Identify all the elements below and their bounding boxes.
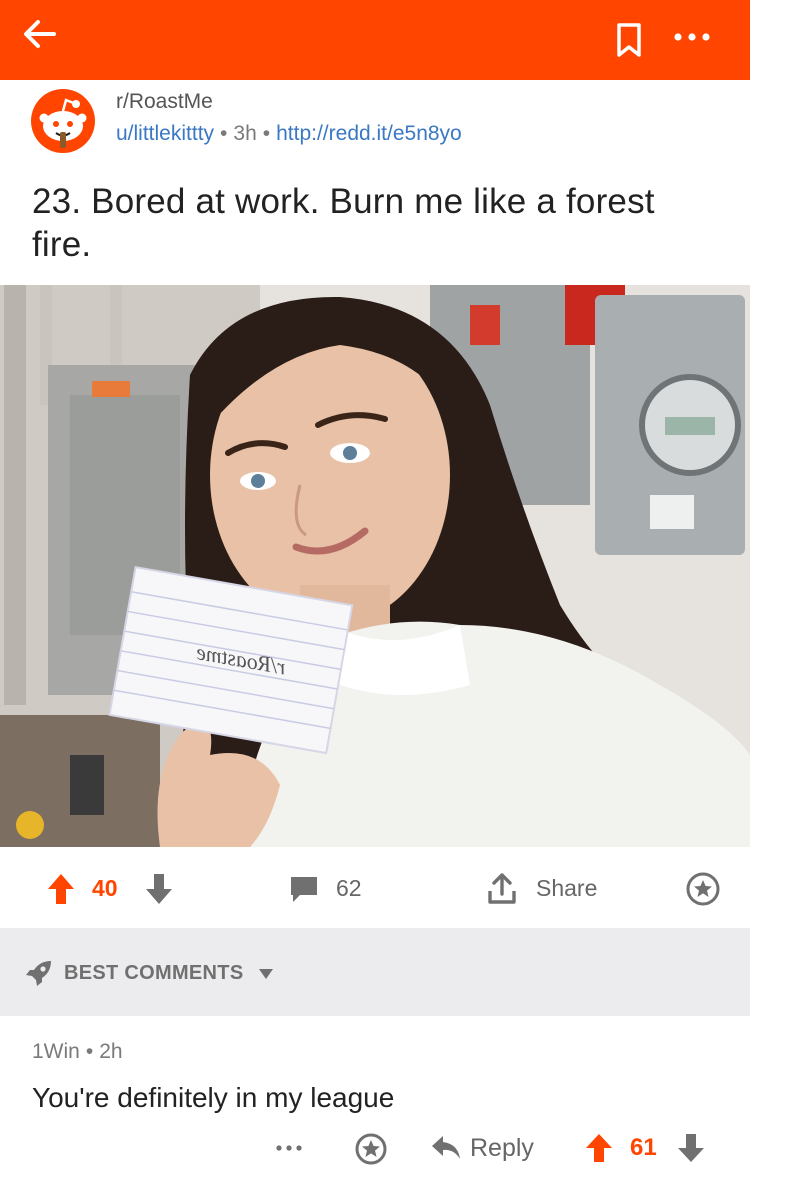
reply-icon[interactable] <box>430 1134 462 1162</box>
comment-action-bar: Reply 61 <box>0 1126 750 1176</box>
downvote-icon[interactable] <box>676 1132 706 1164</box>
comment-score: 61 <box>630 1134 657 1161</box>
separator-dot: • <box>85 1040 94 1063</box>
post-link[interactable]: http://redd.it/e5n8yo <box>276 122 462 145</box>
rocket-icon <box>26 961 51 986</box>
subreddit-name[interactable]: r/RoastMe <box>116 90 213 114</box>
comment-age: 2h <box>99 1040 123 1063</box>
comments-count[interactable]: 62 <box>336 875 362 902</box>
award-icon[interactable] <box>686 871 720 907</box>
share-icon[interactable] <box>486 871 518 907</box>
post-title[interactable]: 23. Bored at work. Burn me like a forest… <box>32 180 712 266</box>
comment-sort-bar[interactable]: BEST COMMENTS <box>0 928 750 1016</box>
post-meta: u/littlekittty • 3h • http://redd.it/e5n8yo <box>116 122 462 146</box>
bookmark-icon[interactable] <box>614 22 644 58</box>
subreddit-avatar[interactable] <box>30 88 96 154</box>
post-action-bar: 40 62 Share <box>0 855 750 925</box>
award-icon[interactable] <box>354 1132 388 1166</box>
comments-icon[interactable] <box>288 871 320 907</box>
more-icon[interactable] <box>670 22 714 52</box>
separator-dot: • <box>220 122 228 145</box>
post-screen: r/RoastMe u/littlekittty • 3h • http://redd.… <box>0 0 750 1187</box>
top-bar <box>0 0 750 80</box>
separator-dot: • <box>262 122 271 145</box>
comment-author[interactable]: 1Win <box>32 1040 80 1063</box>
more-icon[interactable] <box>274 1138 304 1158</box>
reply-button[interactable]: Reply <box>470 1134 534 1163</box>
share-label[interactable]: Share <box>536 875 597 902</box>
comment-meta: 1Win • 2h <box>32 1040 123 1064</box>
post-header: r/RoastMe u/littlekittty • 3h • http://redd.… <box>30 86 730 154</box>
arrow-left-icon[interactable] <box>20 14 60 54</box>
upvote-icon[interactable] <box>584 1132 614 1164</box>
sort-label[interactable]: BEST COMMENTS <box>64 962 243 985</box>
chevron-down-icon[interactable] <box>258 968 274 980</box>
downvote-icon[interactable] <box>144 871 174 907</box>
comment-body: You're definitely in my league <box>32 1082 395 1113</box>
post-age: 3h <box>233 122 257 145</box>
post-author[interactable]: u/littlekittty <box>116 122 214 145</box>
post-image[interactable]: r/Roastme <box>0 285 750 847</box>
upvote-icon[interactable] <box>46 871 76 907</box>
post-score: 40 <box>92 875 118 901</box>
